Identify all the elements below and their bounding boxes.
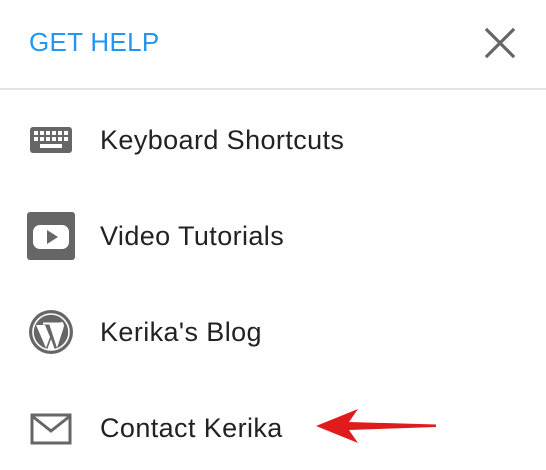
menu-item-kerikas-blog[interactable]: Kerika's Blog <box>0 296 546 366</box>
help-panel-header: GET HELP <box>0 0 546 90</box>
envelope-icon <box>27 404 75 452</box>
close-button[interactable] <box>481 24 519 62</box>
red-arrow-icon <box>316 409 436 443</box>
menu-item-video-tutorials[interactable]: Video Tutorials <box>0 200 546 270</box>
menu-item-keyboard-shortcuts[interactable]: Keyboard Shortcuts <box>0 104 546 174</box>
menu-item-label: Keyboard Shortcuts <box>100 125 345 155</box>
menu-item-label: Video Tutorials <box>100 221 285 251</box>
wordpress-icon <box>27 308 75 356</box>
video-play-icon <box>27 212 75 260</box>
menu-item-label: Kerika's Blog <box>100 317 262 347</box>
menu-item-label: Contact Kerika <box>100 413 283 443</box>
keyboard-icon <box>27 116 75 164</box>
close-icon[interactable] <box>481 24 519 62</box>
menu-item-contact-kerika[interactable]: Contact Kerika <box>0 392 546 462</box>
panel-title: GET HELP <box>29 27 160 57</box>
